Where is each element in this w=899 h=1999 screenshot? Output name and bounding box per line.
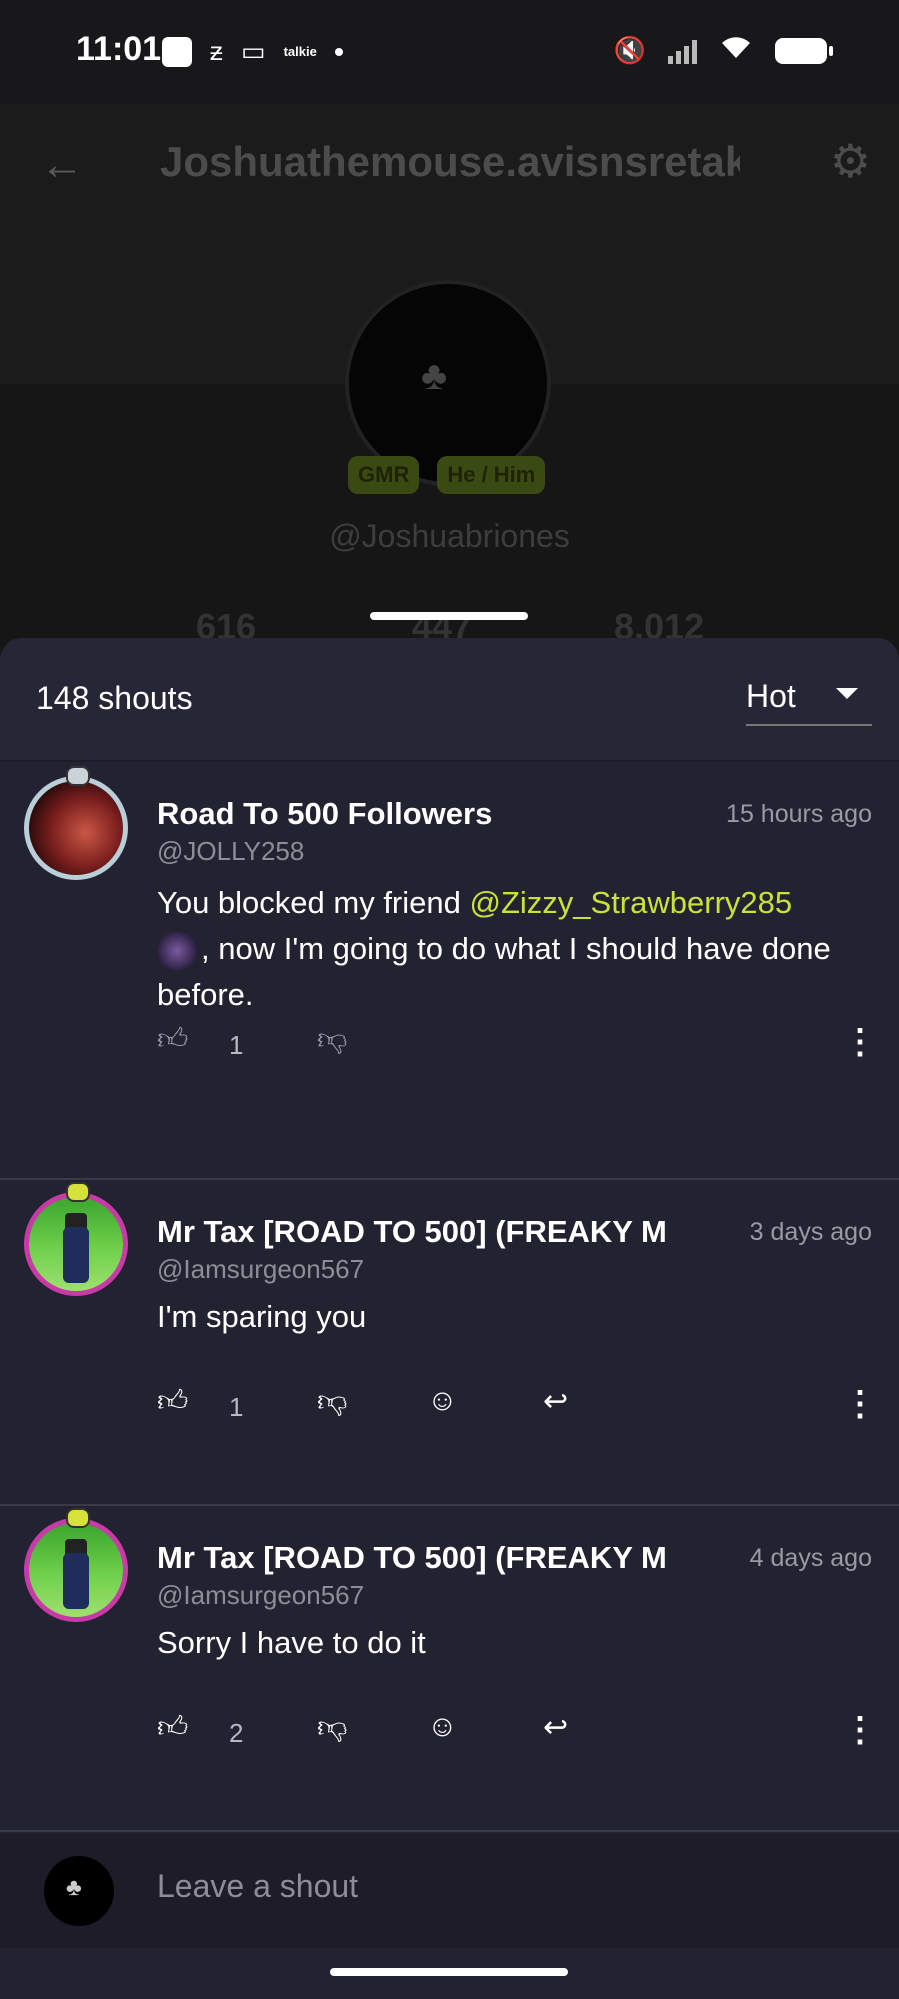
profile-tag: GMR <box>348 456 420 494</box>
avatar[interactable] <box>24 776 128 880</box>
gear-icon[interactable]: ⚙ <box>830 134 871 188</box>
add-reaction-icon[interactable]: ☺︎ <box>427 1710 458 1744</box>
reply-icon[interactable]: ↩ <box>543 1710 568 1745</box>
reply-icon[interactable]: ↩ <box>543 1384 568 1419</box>
shout-item: Mr Tax [ROAD TO 500] (FREAKY M 4 days ag… <box>0 1506 899 1832</box>
thumbs-down-icon[interactable]: 👎︎ <box>317 1384 347 1420</box>
more-vertical-icon[interactable]: ⋮ <box>843 1710 877 1750</box>
signal-icon <box>668 38 697 64</box>
status-time: 11:01 <box>76 30 162 68</box>
shout-author-handle: @Iamsurgeon567 <box>157 1580 365 1610</box>
shout-item: Mr Tax [ROAD TO 500] (FREAKY M 3 days ag… <box>0 1180 899 1506</box>
notification-video-icon: ▭ <box>241 36 266 66</box>
like-count: 1 <box>229 1392 244 1422</box>
profile-tag: He / Him <box>437 456 546 494</box>
avatar-figure-icon: ♣ <box>421 354 448 398</box>
avatar-badge-icon <box>66 1508 90 1528</box>
shout-text: You blocked my friend @Zizzy_Strawberry2… <box>157 880 867 1018</box>
system-nav-bar <box>0 1948 899 1999</box>
shout-actions: 👍︎ 2 👎︎ ☺︎ ↩ ⋮ <box>157 1710 877 1760</box>
sort-dropdown[interactable]: Hot <box>746 668 872 726</box>
status-bar: 11:01 ƶ ▭ talkie 🔇 <box>0 0 899 104</box>
shout-text: I'm sparing you <box>157 1299 367 1334</box>
shout-author-handle: @Iamsurgeon567 <box>157 1254 365 1284</box>
user-mention-link[interactable]: @Zizzy_Strawberry285 <box>469 885 792 920</box>
status-system-icons: 🔇 <box>613 34 833 67</box>
mention-avatar-emoji-icon <box>157 930 197 971</box>
shout-input[interactable] <box>157 1868 857 1905</box>
sort-selected-label: Hot <box>746 678 796 714</box>
shout-text: Sorry I have to do it <box>157 1625 426 1660</box>
mute-icon: 🔇 <box>613 35 646 65</box>
like-count: 1 <box>229 1030 244 1060</box>
shout-actions: 👍︎ 1 👎︎ ☺︎ ↩ ⋮ <box>157 1384 877 1434</box>
thumbs-down-icon[interactable]: 👎︎ <box>317 1022 347 1058</box>
shout-actions: 👍︎ 1 👎︎ ⋮ <box>157 1022 877 1072</box>
chevron-down-icon <box>836 688 858 699</box>
profile-title: Joshuathemouse.avisnsretak <box>160 138 740 185</box>
shouts-header: 148 shouts Hot <box>0 638 899 762</box>
avatar-badge-icon <box>66 1182 90 1202</box>
shout-item: Road To 500 Followers 15 hours ago @JOLL… <box>0 762 899 1180</box>
notification-app-icon <box>162 36 192 67</box>
shouts-sheet: 148 shouts Hot Road To 500 Followers 15 … <box>0 638 899 1999</box>
shout-composer: ♣ <box>0 1834 899 1948</box>
more-vertical-icon[interactable]: ⋮ <box>843 1022 877 1062</box>
shout-author-name[interactable]: Mr Tax [ROAD TO 500] (FREAKY M <box>157 1540 709 1576</box>
more-vertical-icon[interactable]: ⋮ <box>843 1384 877 1424</box>
avatar-badge-icon <box>66 766 90 786</box>
profile-handle: @Joshuabriones <box>329 518 570 554</box>
add-reaction-icon[interactable]: ☺︎ <box>427 1384 458 1418</box>
avatar-body <box>63 1227 89 1283</box>
shout-text-part: You blocked my friend <box>157 885 470 920</box>
avatar[interactable] <box>24 1518 128 1622</box>
avatar[interactable] <box>24 1192 128 1296</box>
thumbs-up-icon[interactable]: 👍︎ <box>157 1022 188 1058</box>
battery-icon <box>775 37 833 64</box>
thumbs-up-icon[interactable]: 👍︎ <box>157 1384 188 1420</box>
avatar: ♣ <box>44 1856 114 1926</box>
avatar-body <box>63 1553 89 1609</box>
back-arrow-icon[interactable]: ← <box>40 140 84 190</box>
shout-author-name[interactable]: Road To 500 Followers <box>157 796 719 832</box>
home-gesture-handle[interactable] <box>330 1968 568 1976</box>
like-count: 2 <box>229 1718 244 1748</box>
thumbs-up-icon[interactable]: 👍︎ <box>157 1710 188 1746</box>
shout-timestamp: 4 days ago <box>749 1544 872 1572</box>
status-notification-icons: ƶ ▭ talkie <box>162 36 343 67</box>
shout-author-name[interactable]: Mr Tax [ROAD TO 500] (FREAKY M <box>157 1214 709 1250</box>
notification-talkie-icon: talkie <box>283 44 317 59</box>
shout-text-part: , now I'm going to do what I should have… <box>157 931 831 1012</box>
shout-timestamp: 15 hours ago <box>726 800 872 828</box>
avatar-figure-icon: ♣ <box>66 1874 82 1901</box>
shout-author-handle: @JOLLY258 <box>157 836 305 866</box>
profile-tags: GMR He / Him <box>348 456 546 494</box>
notification-deviantart-icon: ƶ <box>210 36 223 66</box>
thumbs-down-icon[interactable]: 👎︎ <box>317 1710 347 1746</box>
notification-more-dot-icon <box>334 47 343 56</box>
shouts-count: 148 shouts <box>36 680 193 716</box>
wifi-icon <box>719 34 753 67</box>
sheet-drag-handle[interactable] <box>370 612 528 620</box>
shout-timestamp: 3 days ago <box>749 1218 872 1246</box>
